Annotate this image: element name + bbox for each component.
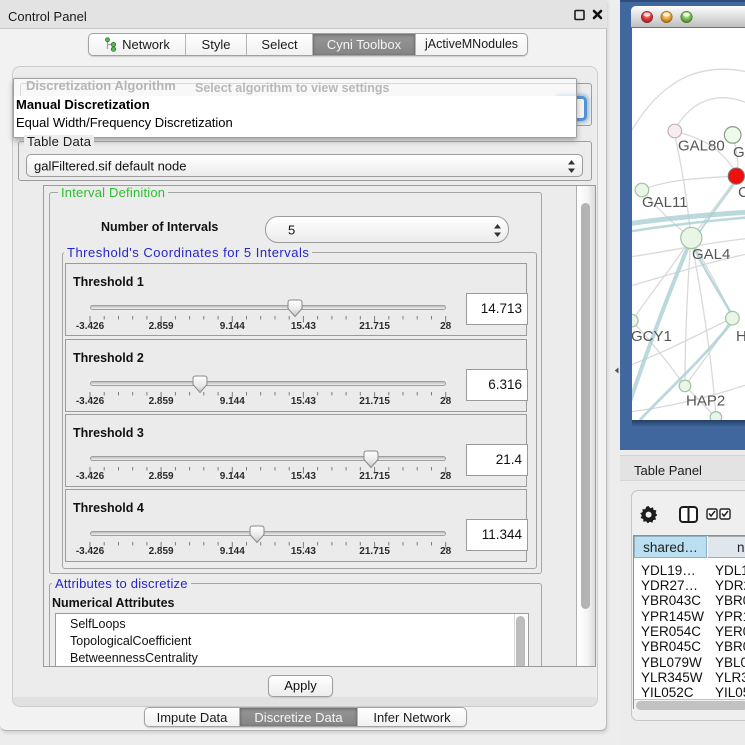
svg-text:C: C bbox=[738, 184, 745, 201]
svg-text:GAL4: GAL4 bbox=[692, 246, 730, 263]
svg-text:GAL11: GAL11 bbox=[642, 194, 688, 211]
svg-text:GA: GA bbox=[733, 144, 745, 161]
svg-text:HAP2: HAP2 bbox=[686, 393, 725, 410]
svg-text:H: H bbox=[736, 328, 745, 345]
svg-text:GCY1: GCY1 bbox=[632, 328, 672, 345]
svg-text:GAL80: GAL80 bbox=[678, 138, 725, 155]
